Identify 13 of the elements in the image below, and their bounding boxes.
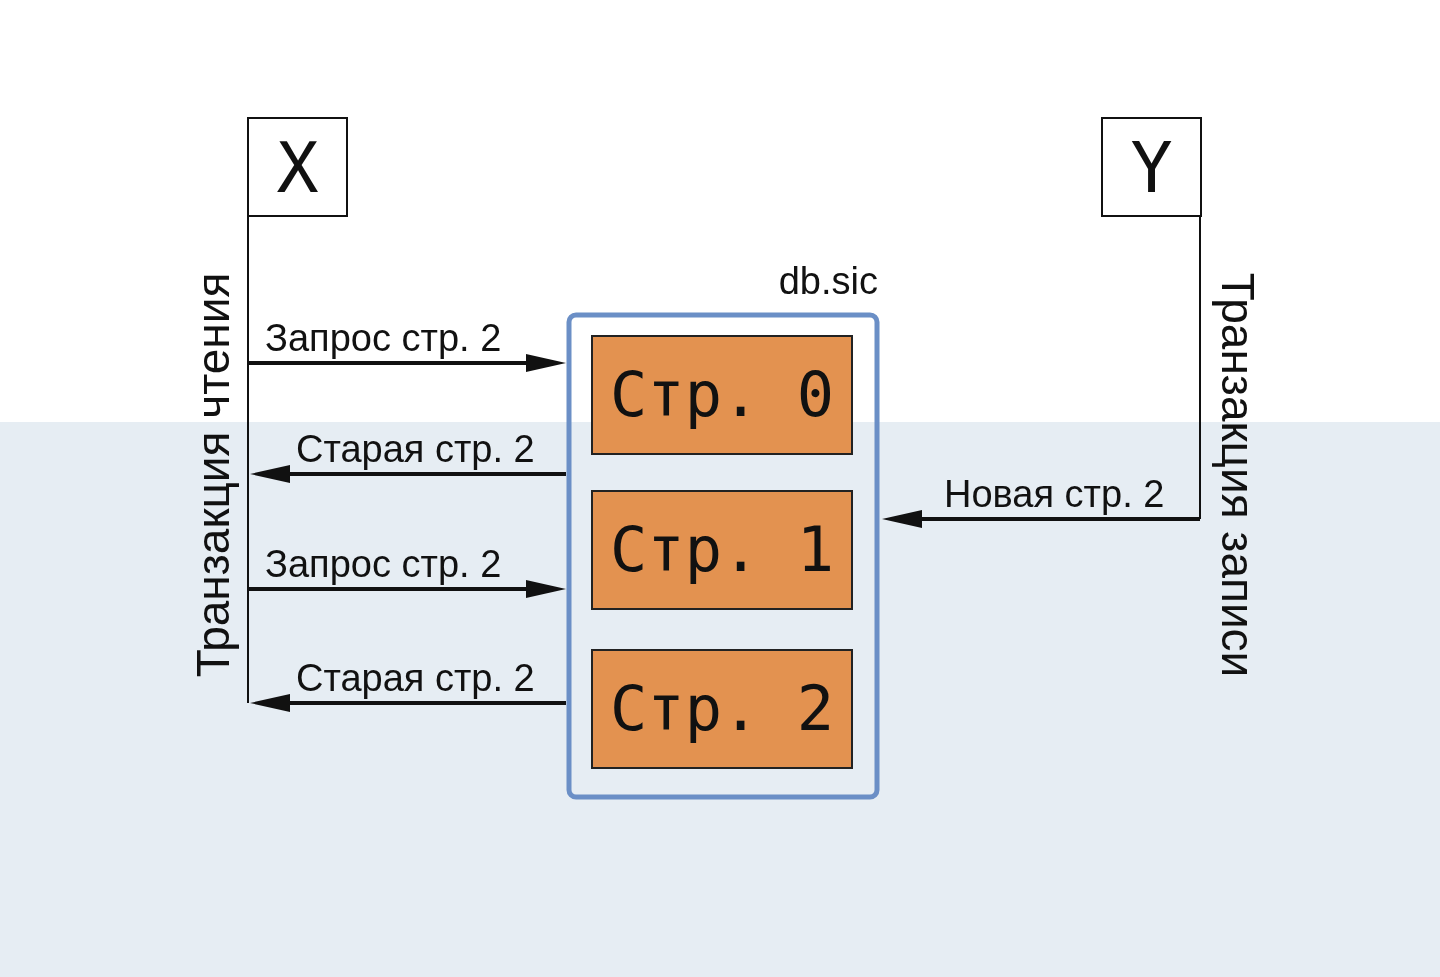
message-label: Новая стр. 2 bbox=[944, 473, 1165, 515]
page-block: Стр. 1 bbox=[591, 490, 853, 610]
message-label: Запрос стр. 2 bbox=[265, 317, 502, 359]
transaction-label: Транзакция чтения bbox=[187, 272, 239, 678]
actor-label: X bbox=[276, 127, 319, 209]
message-label: Старая стр. 2 bbox=[296, 657, 535, 699]
message-label: Запрос стр. 2 bbox=[265, 543, 502, 585]
transaction-label: Транзакция записи bbox=[1212, 272, 1264, 678]
page-block: Стр. 0 bbox=[591, 335, 853, 455]
message-label: Старая стр. 2 bbox=[296, 428, 535, 470]
database-name: db.sic bbox=[778, 260, 878, 302]
page-block: Стр. 2 bbox=[591, 649, 853, 769]
actor-label: Y bbox=[1130, 127, 1173, 209]
